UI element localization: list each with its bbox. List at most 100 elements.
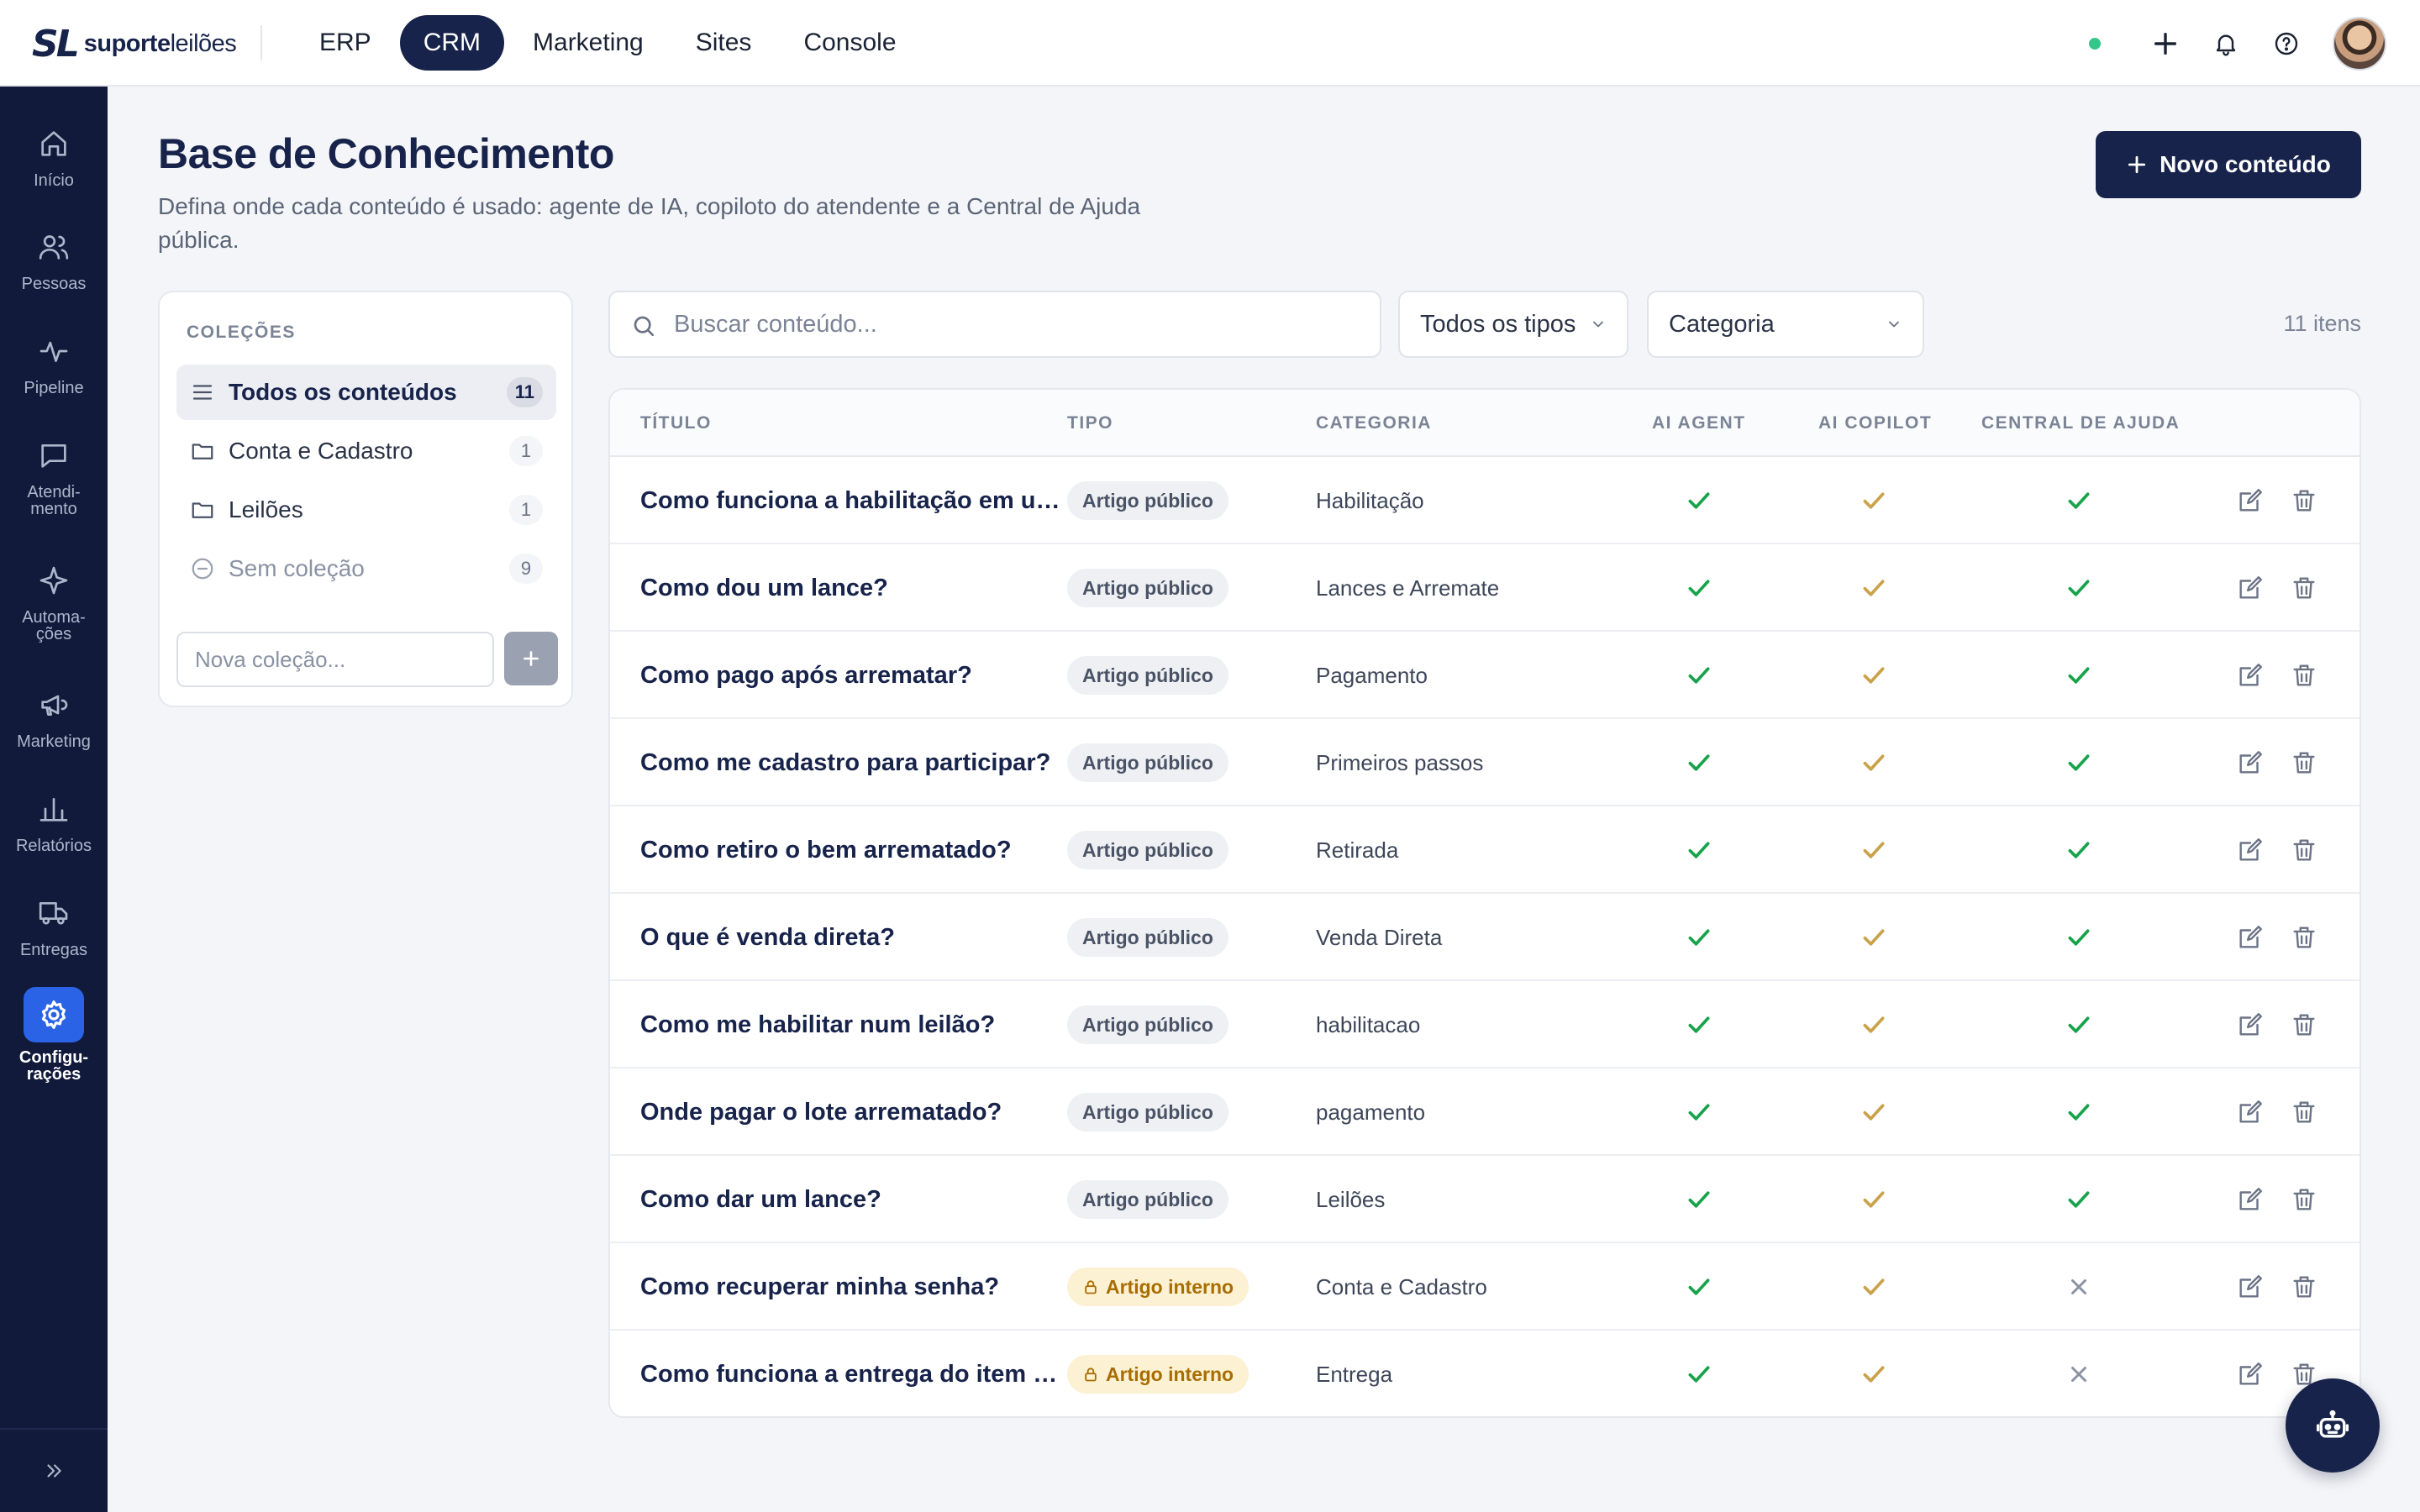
delete-button[interactable] [2287,632,2321,719]
ai-copilot-status[interactable] [1857,1331,1891,1416]
bell-icon[interactable] [2207,24,2245,63]
edit-button[interactable] [2233,1331,2267,1416]
ai-copilot-status[interactable] [1857,719,1891,806]
new-collection-input[interactable] [176,632,494,687]
ai-agent-status[interactable] [1682,719,1716,806]
ai-agent-status[interactable] [1682,1156,1716,1243]
delete-button[interactable] [2287,1243,2321,1331]
edit-button[interactable] [2233,1068,2267,1156]
delete-button[interactable] [2287,981,2321,1068]
top-nav-item[interactable]: Console [780,15,919,71]
help-center-status[interactable] [2062,1156,2096,1243]
ai-agent-status[interactable] [1682,457,1716,544]
delete-button[interactable] [2287,1156,2321,1243]
row-title[interactable]: O que é venda direta? [640,924,1060,952]
new-content-button[interactable]: Novo conteúdo [2096,131,2361,198]
table-row[interactable]: Como dou um lance? Artigo público Lances e… [610,544,2360,632]
delete-button[interactable] [2287,894,2321,981]
top-nav-item[interactable]: Marketing [509,15,667,71]
help-center-status[interactable] [2062,806,2096,894]
ai-copilot-status[interactable] [1857,1243,1891,1331]
add-collection-button[interactable] [504,632,558,685]
row-title[interactable]: Como me habilitar num leilão? [640,1011,1060,1039]
sidebar-item[interactable]: Início [0,122,108,189]
edit-button[interactable] [2233,1156,2267,1243]
edit-button[interactable] [2233,981,2267,1068]
row-title[interactable]: Como retiro o bem arrematado? [640,837,1060,864]
type-filter-select[interactable]: Todos os tipos [1398,291,1628,358]
table-row[interactable]: Como dar um lance? Artigo público Leilões [610,1156,2360,1243]
edit-button[interactable] [2233,544,2267,632]
help-center-status[interactable] [2062,894,2096,981]
delete-button[interactable] [2287,806,2321,894]
row-title[interactable]: Como pago após arrematar? [640,662,1060,690]
help-center-status[interactable] [2062,1331,2096,1416]
sidebar-collapse-button[interactable] [0,1428,108,1512]
row-title[interactable]: Como funciona a entrega do item arremata… [640,1361,1060,1389]
ai-copilot-status[interactable] [1857,632,1891,719]
table-row[interactable]: Como me habilitar num leilão? Artigo públ… [610,981,2360,1068]
ai-copilot-status[interactable] [1857,544,1891,632]
table-row[interactable]: Como retiro o bem arrematado? Artigo públ… [610,806,2360,894]
help-icon[interactable] [2267,24,2306,63]
edit-button[interactable] [2233,894,2267,981]
plus-icon[interactable] [2146,24,2185,63]
sidebar-item[interactable]: Atendi- mento [0,433,108,517]
delete-button[interactable] [2287,457,2321,544]
sidebar-item[interactable]: Pessoas [0,225,108,292]
ai-agent-status[interactable] [1682,894,1716,981]
sidebar-item[interactable]: Relatórios [0,787,108,854]
row-title[interactable]: Como funciona a habilitação em um leilão… [640,487,1060,515]
ai-copilot-status[interactable] [1857,981,1891,1068]
ai-copilot-status[interactable] [1857,894,1891,981]
sidebar-item[interactable]: Pipeline [0,329,108,396]
ai-agent-status[interactable] [1682,806,1716,894]
sidebar-item[interactable]: Configu- rações [0,987,108,1083]
help-center-status[interactable] [2062,544,2096,632]
delete-button[interactable] [2287,719,2321,806]
sidebar-item[interactable]: Entregas [0,891,108,958]
collection-item[interactable]: Sem coleção 9 [176,541,556,596]
category-filter-select[interactable]: Categoria [1647,291,1924,358]
collection-item[interactable]: Todos os conteúdos 11 [176,365,556,420]
sidebar-item[interactable]: Automa- ções [0,559,108,643]
row-title[interactable]: Como recuperar minha senha? [640,1273,1060,1301]
search-input[interactable] [674,301,1363,348]
top-nav-item[interactable]: ERP [296,15,395,71]
table-row[interactable]: Como pago após arrematar? Artigo público P… [610,632,2360,719]
delete-button[interactable] [2287,1068,2321,1156]
edit-button[interactable] [2233,632,2267,719]
ai-copilot-status[interactable] [1857,806,1891,894]
help-center-status[interactable] [2062,981,2096,1068]
brand-logo[interactable]: SL suporteleilões [32,23,237,66]
edit-button[interactable] [2233,1243,2267,1331]
edit-button[interactable] [2233,719,2267,806]
row-title[interactable]: Onde pagar o lote arrematado? [640,1099,1060,1126]
collection-item[interactable]: Conta e Cadastro 1 [176,423,556,479]
ai-agent-status[interactable] [1682,632,1716,719]
top-nav-item[interactable]: CRM [399,15,505,71]
help-center-status[interactable] [2062,1068,2096,1156]
ai-agent-status[interactable] [1682,1331,1716,1416]
sidebar-item[interactable]: Marketing [0,683,108,750]
help-center-status[interactable] [2062,719,2096,806]
table-row[interactable]: Como me cadastro para participar? Artigo … [610,719,2360,806]
user-avatar[interactable] [2333,17,2386,71]
ai-agent-status[interactable] [1682,981,1716,1068]
top-nav-item[interactable]: Sites [672,15,776,71]
row-title[interactable]: Como dar um lance? [640,1186,1060,1214]
ai-copilot-status[interactable] [1857,1068,1891,1156]
row-title[interactable]: Como dou um lance? [640,575,1060,602]
edit-button[interactable] [2233,457,2267,544]
assistant-fab[interactable] [2286,1378,2380,1473]
ai-copilot-status[interactable] [1857,1156,1891,1243]
collection-item[interactable]: Leilões 1 [176,482,556,538]
row-title[interactable]: Como me cadastro para participar? [640,749,1060,777]
ai-agent-status[interactable] [1682,544,1716,632]
table-row[interactable]: Como funciona a habilitação em um leilão… [610,457,2360,544]
ai-agent-status[interactable] [1682,1068,1716,1156]
help-center-status[interactable] [2062,1243,2096,1331]
ai-agent-status[interactable] [1682,1243,1716,1331]
table-row[interactable]: O que é venda direta? Artigo público Venda… [610,894,2360,981]
table-row[interactable]: Como funciona a entrega do item arremata… [610,1331,2360,1416]
